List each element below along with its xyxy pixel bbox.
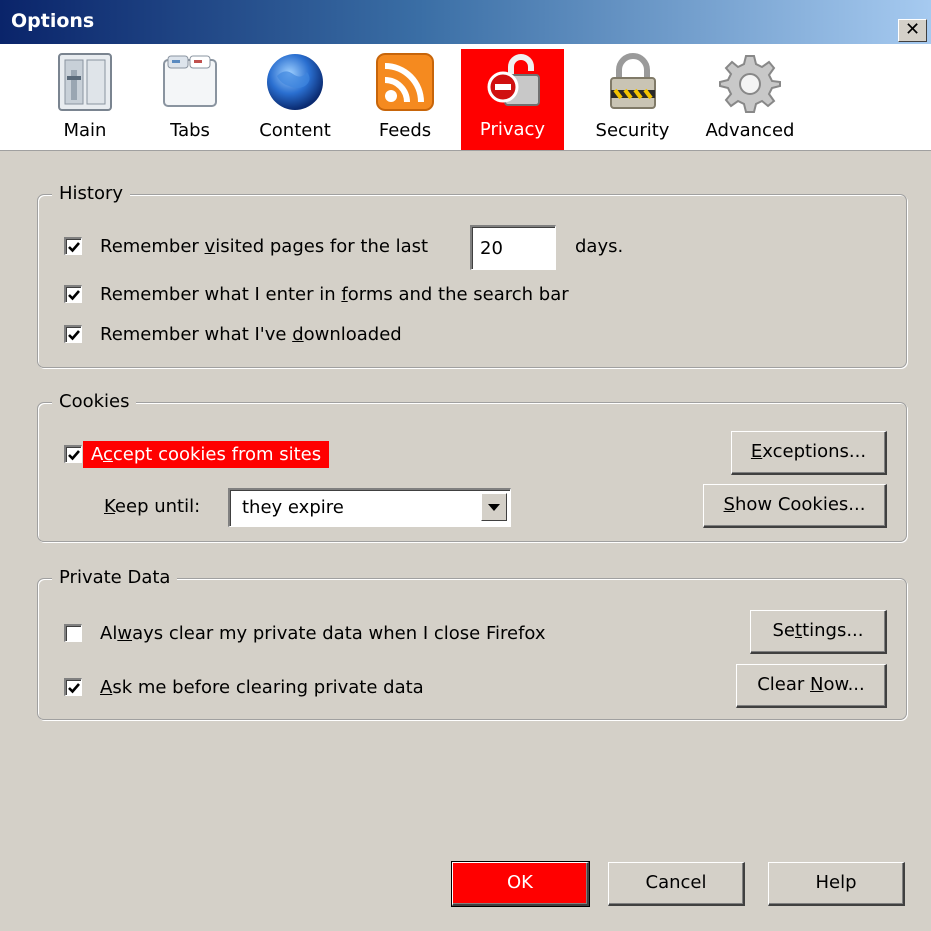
settings-button[interactable]: Settings... [750, 610, 887, 654]
rss-icon [373, 50, 437, 114]
keep-until-label: Keep until: [104, 496, 201, 517]
accept-cookies-label: Accept cookies from sites [83, 441, 330, 468]
window-title: Options [11, 10, 95, 32]
remember-forms-label: Remember what I enter in forms and the s… [100, 284, 569, 305]
ask-before-clearing-label: Ask me before clearing private data [100, 677, 424, 698]
history-legend: History [52, 182, 131, 206]
tab-content[interactable]: Content [250, 50, 340, 150]
show-cookies-button[interactable]: Show Cookies... [703, 484, 887, 528]
tab-main-label: Main [63, 120, 107, 141]
tab-privacy[interactable]: Privacy [461, 49, 564, 150]
ok-button[interactable]: OK [451, 861, 590, 907]
keep-until-select[interactable]: they expire [228, 488, 511, 527]
close-icon: ✕ [904, 19, 921, 40]
history-group: History Remember visited pages for the l… [37, 182, 907, 368]
tab-security[interactable]: Security [585, 50, 680, 150]
tab-feeds-label: Feeds [378, 120, 432, 141]
globe-icon [263, 50, 327, 114]
private-data-group: Private Data Always clear my private dat… [37, 566, 907, 720]
close-button[interactable]: ✕ [898, 19, 927, 42]
tab-security-label: Security [595, 120, 670, 141]
cookies-group: Cookies Accept cookies from sites Keep u… [37, 390, 907, 542]
tab-tabs[interactable]: Tabs [155, 50, 225, 150]
accept-cookies-checkbox[interactable] [64, 445, 82, 463]
keep-until-value: they expire [242, 497, 344, 518]
private-data-legend: Private Data [52, 566, 178, 590]
gear-icon [718, 50, 782, 114]
tab-feeds[interactable]: Feeds [370, 50, 440, 150]
main-icon [53, 50, 117, 114]
tabs-icon [158, 50, 222, 114]
options-toolbar: Main Tabs Content Feeds Privacy Security… [0, 44, 931, 151]
remember-forms-checkbox[interactable] [64, 285, 82, 303]
cancel-button[interactable]: Cancel [608, 862, 745, 906]
tab-privacy-label: Privacy [479, 119, 546, 140]
tab-advanced-label: Advanced [705, 120, 795, 141]
tab-tabs-label: Tabs [170, 120, 210, 141]
help-button[interactable]: Help [768, 862, 905, 906]
privacy-icon [481, 49, 545, 113]
clear-now-button[interactable]: Clear Now... [736, 664, 887, 708]
chevron-down-icon [488, 504, 500, 511]
remember-downloads-label: Remember what I've downloaded [100, 324, 402, 345]
always-clear-label: Always clear my private data when I clos… [100, 623, 546, 644]
options-window: Options ✕ Main Tabs Content Feeds Privac… [0, 0, 931, 931]
ask-before-clearing-checkbox[interactable] [64, 678, 82, 696]
remember-visited-label: Remember visited pages for the last [100, 236, 429, 257]
history-days-input[interactable] [470, 225, 556, 270]
remember-visited-checkbox[interactable] [64, 237, 82, 255]
tab-main[interactable]: Main [50, 50, 120, 150]
tab-advanced[interactable]: Advanced [695, 50, 805, 150]
remember-downloads-checkbox[interactable] [64, 325, 82, 343]
tab-content-label: Content [259, 120, 331, 141]
cookies-legend: Cookies [52, 390, 137, 414]
dropdown-arrow[interactable] [481, 493, 507, 521]
padlock-icon [601, 50, 665, 114]
title-bar[interactable]: Options ✕ [0, 0, 931, 44]
days-suffix: days. [575, 236, 624, 257]
always-clear-checkbox[interactable] [64, 624, 82, 642]
exceptions-button[interactable]: Exceptions... [731, 431, 887, 475]
